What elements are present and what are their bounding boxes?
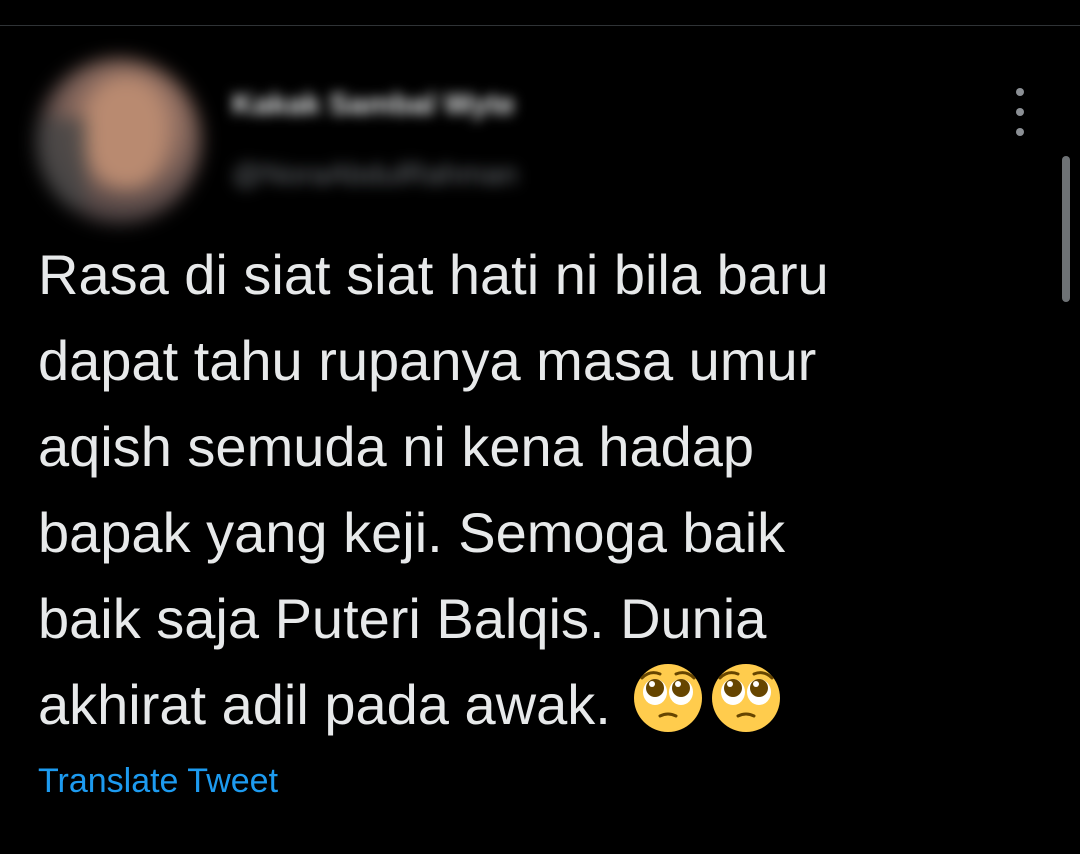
tweet-text-line: bapak yang keji. Semoga baik: [38, 501, 786, 564]
avatar-background: [36, 118, 86, 208]
tweet-text-line-last: akhirat adil pada awak.: [38, 662, 998, 748]
more-options-button[interactable]: [1005, 88, 1035, 136]
author-avatar[interactable]: [36, 58, 202, 224]
more-vertical-icon: [1016, 88, 1024, 96]
author-handle[interactable]: @NoraAbdulRahman: [232, 158, 518, 192]
tweet-text-line: dapat tahu rupanya masa umur: [38, 329, 817, 392]
more-vertical-icon-dot: [1016, 128, 1024, 136]
pleading-face-emoji: [634, 664, 703, 732]
translate-tweet-link[interactable]: Translate Tweet: [38, 762, 278, 801]
tweet-text: Rasa di siat siat hati ni bila baru dapa…: [38, 232, 998, 748]
pleading-face-emoji: [712, 664, 781, 732]
avatar-face: [86, 78, 166, 188]
tweet-text-line: baik saja Puteri Balqis. Dunia: [38, 587, 767, 650]
tweet-screen: Kakak Sambal Wyte @NoraAbdulRahman Rasa …: [0, 0, 1080, 854]
author-display-name[interactable]: Kakak Sambal Wyte: [232, 88, 515, 122]
tweet-text-line: akhirat adil pada awak.: [38, 673, 611, 736]
scrollbar-thumb[interactable]: [1062, 156, 1070, 302]
tweet-text-line: aqish semuda ni kena hadap: [38, 415, 755, 478]
tweet-text-line: Rasa di siat siat hati ni bila baru: [38, 243, 829, 306]
top-divider: [0, 25, 1080, 26]
more-vertical-icon-dot: [1016, 108, 1024, 116]
